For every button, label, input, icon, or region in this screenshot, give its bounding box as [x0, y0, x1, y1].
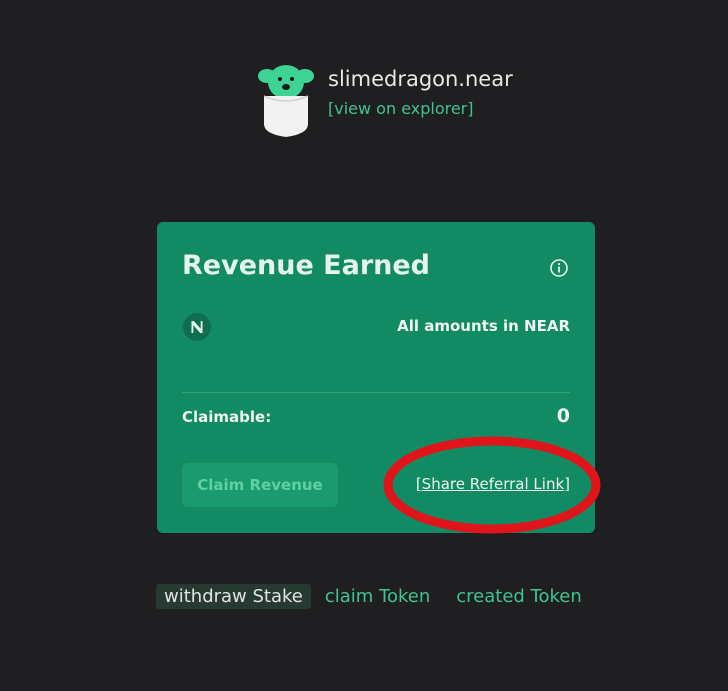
revenue-card: Revenue Earned All amounts in NEAR Claim… [157, 222, 595, 533]
claimable-label: Claimable: [182, 408, 272, 426]
card-title: Revenue Earned [182, 250, 431, 281]
account-name: slimedragon.near [328, 67, 513, 91]
profile-header: slimedragon.near [view on explorer] [256, 60, 513, 140]
page: slimedragon.near [view on explorer] Reve… [0, 0, 728, 691]
info-icon[interactable] [549, 258, 569, 278]
near-logo-icon [183, 313, 211, 341]
claimable-value: 0 [556, 405, 570, 427]
tab-created-token[interactable]: created Token [448, 584, 590, 609]
amounts-note: All amounts in NEAR [397, 317, 570, 335]
tab-claim-token[interactable]: claim Token [317, 584, 438, 609]
share-referral-link[interactable]: [Share Referral Link] [416, 475, 570, 493]
divider [182, 392, 570, 393]
profile-text: slimedragon.near [view on explorer] [328, 66, 513, 118]
tab-withdraw-stake[interactable]: withdraw Stake [156, 584, 311, 609]
avatar [256, 60, 316, 140]
view-on-explorer-link[interactable]: [view on explorer] [328, 99, 474, 118]
claim-revenue-button[interactable]: Claim Revenue [182, 463, 338, 507]
bottom-tabs: withdraw Stake claim Token created Token [156, 584, 600, 609]
dog-in-pocket-icon [258, 65, 314, 137]
